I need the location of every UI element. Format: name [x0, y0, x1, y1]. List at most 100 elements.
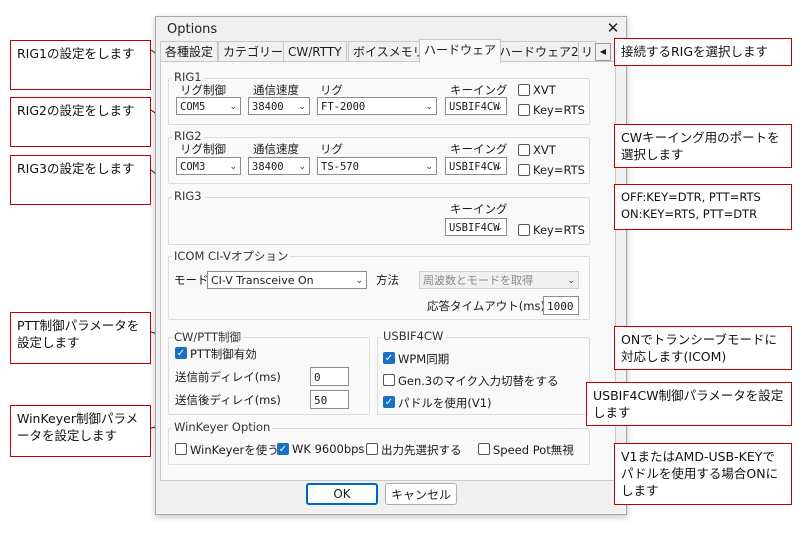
civ-mode-label: モード: [174, 273, 209, 287]
rig2-rig-label: リグ: [320, 142, 343, 156]
rig2-keying-value: USBIF4CW: [449, 161, 500, 173]
rig1-rig-label: リグ: [320, 83, 343, 97]
civ-timeout-label: 応答タイムアウト(ms): [427, 299, 545, 313]
use-paddle-label: パドルを使用(V1): [398, 396, 492, 410]
ok-button[interactable]: OK: [306, 483, 378, 505]
rig2-rig-select[interactable]: TS-570 ⌄: [317, 157, 437, 175]
civ-method-label: 方法: [376, 273, 399, 287]
note-transceive: ONでトランシーブモードに対応します(ICOM): [614, 326, 792, 370]
rig1-xvt-label: XVT: [533, 83, 556, 97]
ptt-enable-checkbox[interactable]: ✓: [175, 347, 187, 359]
tab-hardware2[interactable]: ハードウェア2: [494, 41, 584, 62]
rig2-xvt-checkbox[interactable]: [518, 144, 530, 156]
rig1-rig-select[interactable]: FT-2000 ⌄: [317, 97, 437, 115]
note-rig2: RIG2の設定をします: [10, 97, 151, 147]
rig1-keying-label: キーイング: [450, 83, 508, 97]
use-paddle-checkbox[interactable]: ✓: [383, 396, 395, 408]
wk9600-label: WK 9600bps: [292, 442, 365, 456]
tab-voice-memory[interactable]: ボイスメモリ: [348, 41, 430, 62]
rig2-speed-label: 通信速度: [253, 142, 299, 156]
winkeyer-use-checkbox[interactable]: [175, 443, 187, 455]
note-keyrts-line1: OFF:KEY=DTR, PTT=RTS: [621, 190, 761, 204]
rig1-keying-select[interactable]: USBIF4CW ⌄: [445, 97, 507, 115]
rig1-keying-value: USBIF4CW: [449, 101, 500, 113]
chevron-down-icon: ⌄: [425, 162, 433, 172]
rig2-rig-value: TS-570: [321, 161, 359, 173]
cwptt-title: CW/PTT制御: [172, 329, 244, 345]
gen3-mic-label: Gen.3のマイク入力切替をする: [398, 374, 559, 388]
chevron-down-icon: ⌄: [425, 102, 433, 112]
note-usbif: USBIF4CW制御パラメータを設定します: [586, 382, 792, 426]
civ-timeout-field[interactable]: 1000: [543, 296, 579, 315]
close-icon[interactable]: ✕: [603, 18, 623, 38]
tab-hardware[interactable]: ハードウェア: [419, 39, 502, 63]
rig3-keying-select[interactable]: USBIF4CW ⌄: [445, 218, 507, 236]
civ-method-select[interactable]: 周波数とモードを取得 ⌄: [419, 271, 579, 289]
usbif-title: USBIF4CW: [381, 329, 446, 343]
rig3-keyrts-checkbox[interactable]: [518, 224, 530, 236]
rig1-keyrts-label: Key=RTS: [533, 103, 585, 117]
rig2-xvt-label: XVT: [533, 143, 556, 157]
note-select-rig: 接続するRIGを選択します: [614, 38, 792, 66]
output-select-label: 出力先選択する: [381, 443, 462, 457]
rig1-port-select[interactable]: COM5 ⌄: [176, 97, 241, 115]
rig2-keying-label: キーイング: [450, 142, 508, 156]
tab-general[interactable]: 各種設定: [160, 41, 219, 62]
civ-title: ICOM CI-Vオプション: [172, 248, 291, 264]
rig2-keyrts-checkbox[interactable]: [518, 164, 530, 176]
note-paddle: V1またはAMD-USB-KEYでパドルを使用する場合ONにします: [614, 443, 792, 505]
civ-mode-select[interactable]: CI-V Transceive On ⌄: [207, 271, 367, 289]
pre-delay-label: 送信前ディレイ(ms): [175, 370, 281, 384]
rig1-speed-label: 通信速度: [253, 83, 299, 97]
rig1-speed-select[interactable]: 38400 ⌄: [248, 97, 310, 115]
cancel-button[interactable]: キャンセル: [385, 483, 457, 505]
civ-mode-value: CI-V Transceive On: [211, 274, 314, 287]
chevron-down-icon: ⌄: [495, 162, 503, 172]
note-keyrts: OFF:KEY=DTR, PTT=RTS ON:KEY=RTS, PTT=DTR: [614, 184, 792, 230]
civ-method-value: 周波数とモードを取得: [423, 274, 533, 287]
gen3-mic-checkbox[interactable]: [383, 374, 395, 386]
rig2-port-select[interactable]: COM3 ⌄: [176, 157, 241, 175]
speed-pot-checkbox[interactable]: [478, 443, 490, 455]
rig3-group: [168, 197, 590, 245]
wpm-sync-checkbox[interactable]: ✓: [383, 352, 395, 364]
rig3-title: RIG3: [172, 189, 204, 203]
chevron-down-icon: ⌄: [495, 223, 503, 233]
rig1-keyrts-checkbox[interactable]: [518, 104, 530, 116]
post-delay-label: 送信後ディレイ(ms): [175, 393, 281, 407]
rig2-keying-select[interactable]: USBIF4CW ⌄: [445, 157, 507, 175]
wk9600-checkbox[interactable]: ✓: [277, 443, 289, 455]
rig1-speed-value: 38400: [252, 101, 284, 113]
chevron-down-icon: ⌄: [567, 276, 575, 286]
post-delay-field[interactable]: 50: [310, 390, 349, 409]
tab-scroll-left-icon[interactable]: ◀: [595, 43, 611, 61]
ptt-enable-label: PTT制御有効: [190, 347, 257, 361]
chevron-down-icon: ⌄: [229, 162, 237, 172]
chevron-down-icon: ⌄: [355, 276, 363, 286]
note-rig3: RIG3の設定をします: [10, 155, 151, 205]
chevron-down-icon: ⌄: [298, 162, 306, 172]
rig2-speed-select[interactable]: 38400 ⌄: [248, 157, 310, 175]
tab-category[interactable]: カテゴリー: [218, 41, 289, 62]
tab-truncated[interactable]: リ: [578, 41, 597, 62]
rig1-xvt-checkbox[interactable]: [518, 84, 530, 96]
rig1-control-label: リグ制御: [180, 83, 226, 97]
tab-cw-rtty[interactable]: CW/RTTY: [283, 41, 347, 62]
winkeyer-use-label: WinKeyerを使う: [190, 443, 279, 457]
output-select-checkbox[interactable]: [366, 443, 378, 455]
note-ptt: PTT制御パラメータを設定します: [10, 312, 151, 364]
wpm-sync-label: WPM同期: [398, 352, 450, 366]
rig2-keyrts-label: Key=RTS: [533, 163, 585, 177]
rig3-keyrts-label: Key=RTS: [533, 223, 585, 237]
chevron-down-icon: ⌄: [495, 102, 503, 112]
dialog-title: Options: [167, 22, 218, 37]
speed-pot-label: Speed Pot無視: [493, 443, 574, 457]
note-keyrts-line2: ON:KEY=RTS, PTT=DTR: [621, 207, 758, 221]
rig1-rig-value: FT-2000: [321, 101, 366, 113]
winkeyer-title: WinKeyer Option: [172, 420, 273, 434]
note-cw-port: CWキーイング用のポートを選択します: [614, 124, 792, 168]
pre-delay-field[interactable]: 0: [310, 367, 349, 386]
rig2-control-label: リグ制御: [180, 142, 226, 156]
chevron-down-icon: ⌄: [298, 102, 306, 112]
note-winkeyer: WinKeyer制御パラメータを設定します: [10, 405, 151, 457]
